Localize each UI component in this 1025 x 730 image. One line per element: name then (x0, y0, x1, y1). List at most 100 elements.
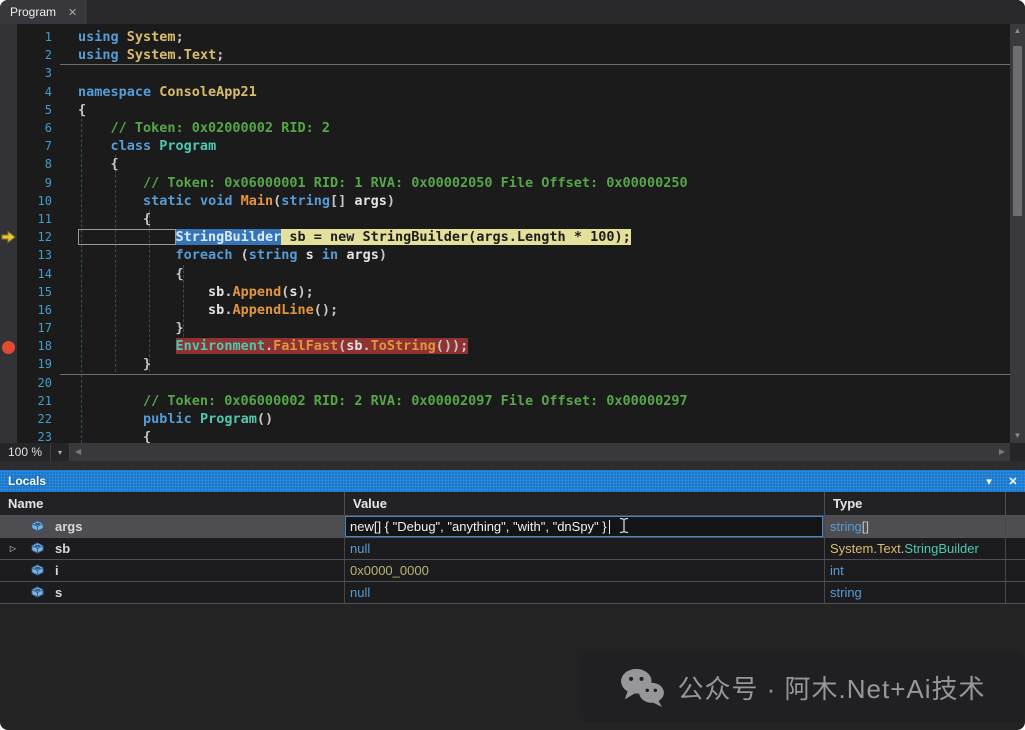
code-line-4[interactable]: 4namespace ConsoleApp21 (0, 83, 1010, 101)
code-line-6[interactable]: 6 // Token: 0x02000002 RID: 2 (0, 119, 1010, 137)
code-text: { (62, 429, 151, 443)
line-number: 23 (0, 430, 62, 443)
locals-close-icon[interactable]: ✕ (1001, 475, 1025, 488)
code-segment: string (281, 193, 330, 209)
code-segment: [] (330, 193, 354, 209)
breakpoint-icon[interactable] (1, 340, 16, 360)
locals-name-cell[interactable]: i (0, 560, 345, 581)
code-line-22[interactable]: 22 public Program() (0, 410, 1010, 428)
locals-value-cell[interactable]: new[] { "Debug", "anything", "with", "dn… (345, 516, 825, 537)
locals-row-i[interactable]: i0x0000_0000 int (0, 560, 1025, 582)
code-segment: ( (232, 247, 248, 263)
code-text: namespace ConsoleApp21 (62, 84, 257, 100)
column-header-type[interactable]: Type (825, 492, 1006, 515)
code-segment: Program (200, 411, 257, 427)
code-segment (314, 247, 322, 263)
vertical-scroll-thumb[interactable] (1013, 46, 1022, 216)
code-segment: } (78, 356, 151, 372)
code-text: { (62, 156, 119, 172)
chevron-down-icon: ▾ (58, 448, 62, 457)
code-line-7[interactable]: 7 class Program (0, 137, 1010, 155)
value-edit-text: new[] { "Debug", "anything", "with", "dn… (350, 519, 607, 534)
locals-title-bar[interactable]: Locals ▾ ✕ (0, 470, 1025, 492)
column-header-name[interactable]: Name (0, 492, 345, 515)
code-line-19[interactable]: 19 } (0, 355, 1010, 373)
code-line-23[interactable]: 23 { (0, 428, 1010, 443)
value-segment: null (350, 585, 370, 600)
value-edit-box[interactable]: new[] { "Debug", "anything", "with", "dn… (345, 516, 823, 537)
scroll-up-icon[interactable]: ▲ (1010, 24, 1025, 38)
code-text: using System; (62, 29, 184, 45)
scroll-right-icon[interactable]: ▶ (994, 443, 1010, 461)
value-segment: System.Text (830, 541, 901, 556)
code-line-16[interactable]: 16 sb.AppendLine(); (0, 301, 1010, 319)
code-segment: ); (298, 284, 314, 300)
value-segment: string (830, 585, 862, 600)
code-line-11[interactable]: 11 { (0, 210, 1010, 228)
code-segment: () (257, 411, 273, 427)
locals-value-cell[interactable]: null (345, 582, 825, 603)
variable-name: sb (55, 541, 70, 556)
locals-value-cell[interactable]: 0x0000_0000 (345, 560, 825, 581)
code-text: { (62, 211, 151, 227)
code-line-1[interactable]: 1using System; (0, 28, 1010, 46)
locals-value-cell[interactable]: null (345, 538, 825, 559)
code-segment: using (78, 47, 127, 63)
code-line-5[interactable]: 5{ (0, 101, 1010, 119)
code-editor[interactable]: 1using System;2using System.Text;34names… (0, 24, 1010, 443)
expander-icon[interactable]: ▷ (8, 544, 18, 553)
code-segment: ( (273, 193, 281, 209)
code-line-15[interactable]: 15 sb.Append(s); (0, 283, 1010, 301)
current-statement-arrow-icon (1, 230, 16, 249)
code-line-14[interactable]: 14 { (0, 264, 1010, 282)
locals-grid: Name Value Type args new[] { "Debug", "an… (0, 492, 1025, 604)
tab-close-icon[interactable]: ✕ (68, 6, 77, 19)
editor-horizontal-scrollbar[interactable]: ◀ ▶ (70, 443, 1010, 461)
locals-row-s[interactable]: snull string (0, 582, 1025, 604)
code-segment: args (346, 247, 379, 263)
code-line-2[interactable]: 2using System.Text; (0, 46, 1010, 64)
code-line-18[interactable]: 18 Environment.FailFast(sb.ToString()); (0, 337, 1010, 355)
code-line-8[interactable]: 8 { (0, 155, 1010, 173)
code-line-21[interactable]: 21 // Token: 0x06000002 RID: 2 RVA: 0x00… (0, 392, 1010, 410)
line-number: 21 (0, 394, 62, 408)
code-segment (78, 229, 176, 245)
code-line-10[interactable]: 10 static void Main(string[] args) (0, 192, 1010, 210)
locals-name-cell[interactable]: args (0, 516, 345, 537)
code-text: sb.AppendLine(); (62, 302, 338, 318)
watermark: 公众号 · 阿木.Net+Ai技术 (580, 652, 1025, 722)
locals-name-cell[interactable]: ▷ sb (0, 538, 345, 559)
code-line-3[interactable]: 3 (0, 64, 1010, 82)
code-segment: System (127, 47, 176, 63)
tab-program[interactable]: Program ✕ (0, 0, 87, 24)
code-segment: { (78, 156, 119, 172)
zoom-dropdown-button[interactable]: ▾ (51, 443, 70, 461)
scroll-left-icon[interactable]: ◀ (70, 443, 86, 461)
locals-row-sb[interactable]: ▷sbnullSystem.Text.StringBuilder (0, 538, 1025, 560)
code-line-13[interactable]: 13 foreach (string s in args) (0, 246, 1010, 264)
zoom-level-control[interactable]: 100 % (0, 443, 51, 461)
editor-vertical-scrollbar[interactable]: ▲ ▼ (1010, 24, 1025, 443)
value-segment: int (830, 563, 844, 578)
code-line-20[interactable]: 20 (0, 374, 1010, 392)
code-segment: { (78, 211, 151, 227)
locals-menu-chevron-icon[interactable]: ▾ (977, 475, 1001, 488)
scroll-down-icon[interactable]: ▼ (1010, 429, 1025, 443)
code-text: { (62, 102, 86, 118)
local-variable-icon (30, 585, 45, 601)
locals-name-cell[interactable]: s (0, 582, 345, 603)
code-segment: sb (208, 284, 224, 300)
locals-row-args[interactable]: args new[] { "Debug", "anything", "with",… (0, 516, 1025, 538)
code-line-17[interactable]: 17 } (0, 319, 1010, 337)
value-segment: string (830, 519, 862, 534)
code-line-12[interactable]: 12 StringBuilder sb = new StringBuilder(… (0, 228, 1010, 246)
row-filler (1006, 582, 1025, 603)
code-segment (78, 411, 143, 427)
column-header-value[interactable]: Value (345, 492, 825, 515)
code-segment: ) (387, 193, 395, 209)
code-segment: Append (232, 284, 281, 300)
code-line-9[interactable]: 9 // Token: 0x06000001 RID: 1 RVA: 0x000… (0, 174, 1010, 192)
code-segment: // Token: 0x06000002 RID: 2 RVA: 0x00002… (78, 393, 688, 409)
line-number: 16 (0, 303, 62, 317)
dnspy-window: Program ✕ 1using System;2using System.Te… (0, 0, 1025, 730)
